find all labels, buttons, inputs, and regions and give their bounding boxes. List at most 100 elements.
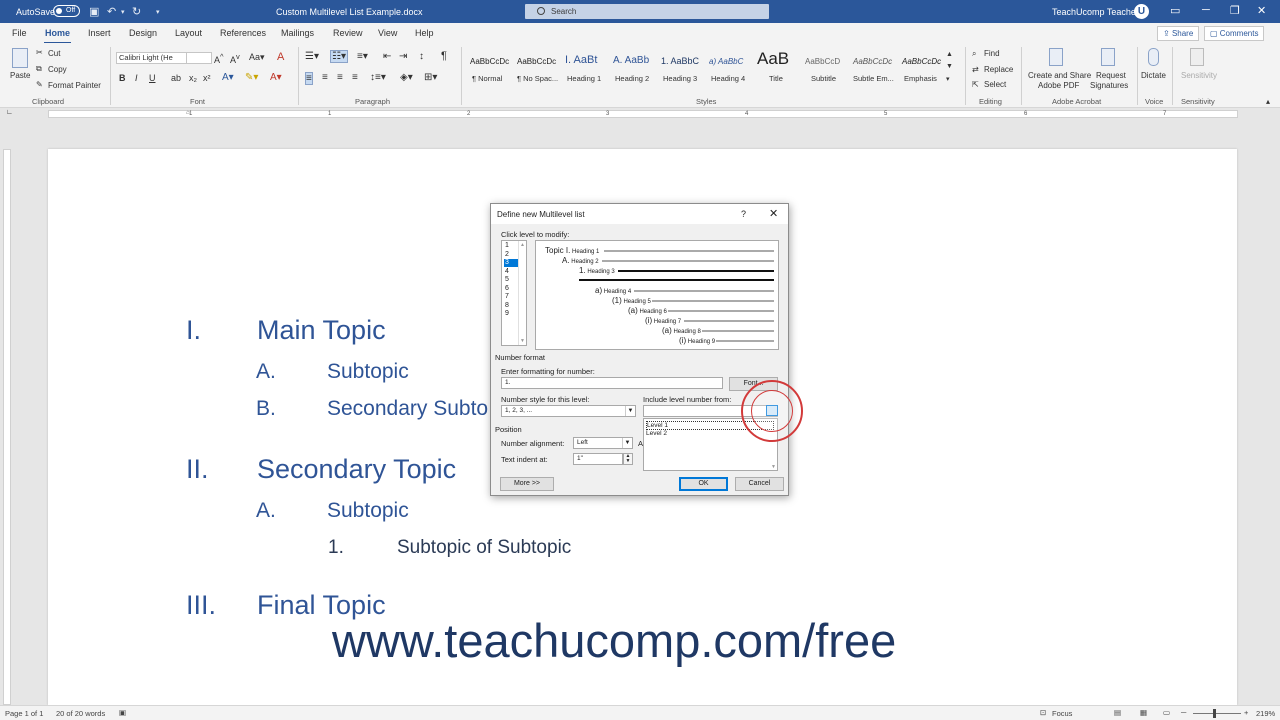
style-emphasis-preview[interactable]: AaBbCcDc: [902, 57, 941, 66]
search-box[interactable]: Search: [525, 4, 769, 19]
print-layout-icon[interactable]: ▦: [1140, 708, 1147, 717]
multilevel-list-icon[interactable]: ☷▾: [330, 50, 348, 63]
align-right-icon[interactable]: ≡: [337, 72, 343, 83]
page-count[interactable]: Page 1 of 1: [5, 709, 43, 718]
styles-scroll-up-icon[interactable]: ▲: [946, 51, 953, 58]
tab-review[interactable]: Review: [333, 28, 363, 38]
replace-icon[interactable]: ⇄: [972, 65, 979, 74]
dictate-button[interactable]: Dictate: [1141, 71, 1166, 80]
paste-button[interactable]: Paste: [10, 71, 30, 80]
scroll-up-icon[interactable]: ▲: [520, 242, 525, 248]
undo-dropdown-icon[interactable]: ▾: [121, 8, 125, 16]
styles-more-icon[interactable]: ▾: [946, 75, 950, 83]
italic-button[interactable]: I: [135, 73, 138, 83]
style-heading1[interactable]: Heading 1: [567, 74, 601, 83]
autosave-toggle[interactable]: Off: [53, 5, 80, 17]
request-signatures-line2[interactable]: Signatures: [1090, 81, 1128, 90]
tab-view[interactable]: View: [378, 28, 397, 38]
avatar[interactable]: U: [1134, 4, 1149, 19]
format-painter-icon[interactable]: ✎: [36, 80, 43, 89]
list-item-text[interactable]: Subtopic of Subtopic: [397, 537, 571, 559]
increase-indent-icon[interactable]: ⇥: [399, 51, 407, 62]
ok-button[interactable]: OK: [679, 477, 728, 491]
sort-icon[interactable]: ↕: [419, 51, 424, 62]
more-button[interactable]: More >>: [500, 477, 554, 491]
style-heading3-preview[interactable]: 1. AaBbC: [661, 56, 699, 66]
strikethrough-icon[interactable]: ab: [171, 73, 181, 83]
align-center-icon[interactable]: ≡: [322, 72, 328, 83]
tab-references[interactable]: References: [220, 28, 266, 38]
style-title-preview[interactable]: AaB: [757, 49, 789, 69]
borders-icon[interactable]: ⊞▾: [424, 72, 437, 83]
chevron-down-icon[interactable]: ▼: [622, 438, 632, 448]
dialog-title-bar[interactable]: Define new Multilevel list ? ✕: [491, 204, 788, 224]
tab-selector-icon[interactable]: ∟: [6, 109, 13, 116]
tab-insert[interactable]: Insert: [88, 28, 111, 38]
cut-button[interactable]: Cut: [48, 49, 60, 58]
style-subtle-emphasis[interactable]: Subtle Em...: [853, 74, 894, 83]
bold-button[interactable]: B: [119, 73, 126, 83]
save-icon[interactable]: ▣: [89, 5, 99, 18]
clear-formatting-icon[interactable]: A: [277, 51, 284, 63]
format-painter-button[interactable]: Format Painter: [48, 81, 101, 90]
text-indent-input[interactable]: 1": [573, 453, 623, 465]
show-formatting-icon[interactable]: ¶: [441, 50, 447, 62]
focus-button[interactable]: Focus: [1052, 709, 1072, 718]
select-icon[interactable]: ⇱: [972, 80, 979, 89]
list-item-text[interactable]: Main Topic: [257, 315, 386, 346]
style-title[interactable]: Title: [769, 74, 783, 83]
request-signatures-icon[interactable]: [1101, 48, 1115, 66]
style-normal-preview[interactable]: AaBbCcDc: [470, 57, 509, 66]
style-heading1-preview[interactable]: I. AaBt: [565, 54, 597, 66]
style-heading4[interactable]: Heading 4: [711, 74, 745, 83]
share-button[interactable]: ⇪ Share: [1157, 26, 1200, 41]
style-subtle-emphasis-preview[interactable]: AaBbCcDc: [853, 57, 892, 66]
restore-icon[interactable]: ❐: [1230, 4, 1240, 17]
find-icon[interactable]: ⌕: [972, 49, 976, 59]
list-item-text[interactable]: Secondary Topic: [257, 454, 456, 485]
ribbon-display-icon[interactable]: ▭: [1170, 4, 1180, 17]
line-spacing-icon[interactable]: ↕≡▾: [370, 72, 386, 83]
collapse-ribbon-icon[interactable]: ▴: [1266, 97, 1270, 106]
chevron-down-icon[interactable]: ▼: [625, 406, 635, 416]
level-item[interactable]: 5: [504, 276, 518, 284]
include-option-level-2[interactable]: Level 2: [646, 430, 667, 437]
level-item[interactable]: 2: [504, 251, 518, 259]
zoom-slider-thumb[interactable]: [1213, 709, 1216, 718]
close-window-icon[interactable]: ✕: [1257, 4, 1266, 17]
styles-scroll-down-icon[interactable]: ▼: [946, 63, 953, 70]
shrink-font-icon[interactable]: Av: [230, 52, 240, 65]
decrease-indent-icon[interactable]: ⇤: [383, 51, 391, 62]
paste-icon[interactable]: [12, 48, 28, 68]
microphone-icon[interactable]: [1148, 48, 1159, 66]
list-item-text[interactable]: Secondary Subto: [327, 397, 488, 421]
select-button[interactable]: Select: [984, 80, 1006, 89]
level-item-selected[interactable]: 3: [504, 259, 518, 267]
style-no-spacing-preview[interactable]: AaBbCcDc: [517, 57, 556, 66]
number-style-select[interactable]: 1, 2, 3, ... ▼: [501, 405, 636, 417]
change-case-icon[interactable]: Aa▾: [249, 52, 265, 63]
align-left-icon[interactable]: ≡: [305, 72, 313, 85]
create-pdf-icon[interactable]: [1049, 48, 1063, 66]
text-effects-icon[interactable]: A▾: [222, 72, 234, 83]
level-item[interactable]: 4: [504, 268, 518, 276]
font-color-icon[interactable]: A▾: [270, 72, 282, 83]
numbering-icon[interactable]: ≡▾: [357, 51, 368, 62]
undo-icon[interactable]: ↶: [107, 5, 116, 18]
user-name[interactable]: TeachUcomp Teacher: [1052, 7, 1139, 17]
word-count[interactable]: 20 of 20 words: [56, 709, 105, 718]
tab-help[interactable]: Help: [415, 28, 434, 38]
find-button[interactable]: Find: [984, 49, 1000, 58]
level-item[interactable]: 7: [504, 293, 518, 301]
number-format-input[interactable]: 1.: [501, 377, 723, 389]
level-list-scrollbar[interactable]: ▲ ▼: [518, 241, 526, 345]
dropdown-scroll-down-icon[interactable]: ▼: [771, 464, 776, 470]
superscript-icon[interactable]: x²: [203, 73, 211, 83]
create-share-pdf-line1[interactable]: Create and Share: [1028, 71, 1091, 80]
dialog-close-button[interactable]: ✕: [769, 207, 778, 220]
style-subtitle[interactable]: Subtitle: [811, 74, 836, 83]
copy-icon[interactable]: ⧉: [36, 64, 42, 74]
scroll-down-icon[interactable]: ▼: [520, 338, 525, 344]
style-heading4-preview[interactable]: a) AaBbC: [709, 57, 743, 66]
request-signatures-line1[interactable]: Request: [1096, 71, 1126, 80]
